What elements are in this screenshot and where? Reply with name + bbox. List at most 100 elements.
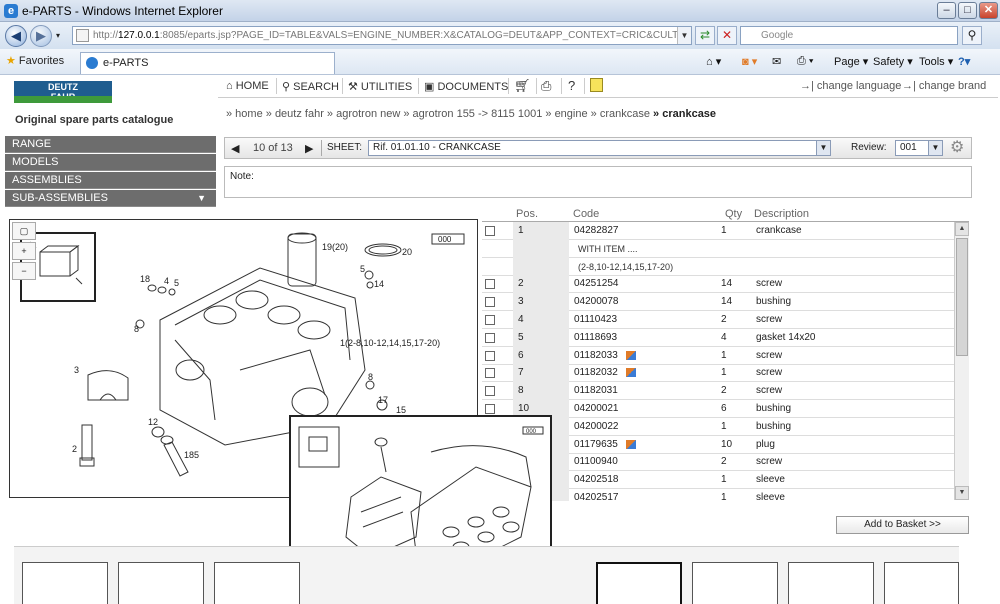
nav-home[interactable]: ⌂ HOME: [226, 80, 269, 92]
cell-code: 01118693: [574, 331, 618, 343]
table-scrollbar[interactable]: ▲ ▼: [954, 222, 969, 500]
scroll-up-icon[interactable]: ▲: [955, 222, 969, 236]
sheet-thumbnail[interactable]: [788, 562, 874, 604]
row-checkbox[interactable]: [485, 404, 495, 414]
search-input[interactable]: Google: [740, 26, 958, 45]
close-button[interactable]: ✕: [979, 2, 998, 19]
table-subrow[interactable]: (2-8,10-12,14,15,17-20): [482, 257, 954, 276]
sidebar-item-range[interactable]: RANGE: [5, 136, 216, 153]
table-row[interactable]: 17042025171sleeve: [482, 489, 954, 501]
breadcrumb-item[interactable]: » home: [226, 108, 263, 120]
sheet-thumbnail-selected[interactable]: [596, 562, 682, 604]
sheet-toolbar: ◀ 10 of 13 ▶ SHEET: Rif. 01.01.10 - CRAN…: [224, 137, 972, 159]
table-row[interactable]: 4 01110423 2 screw: [482, 311, 954, 329]
row-checkbox[interactable]: [485, 386, 495, 397]
sheet-thumbnail[interactable]: [214, 562, 300, 604]
sidebar-item-assemblies[interactable]: ASSEMBLIES: [5, 172, 216, 189]
notes-icon[interactable]: [590, 78, 603, 95]
search-icon[interactable]: ⚲: [962, 26, 982, 45]
table-row[interactable]: 5 01118693 4 gasket 14x20: [482, 328, 954, 347]
breadcrumb-item[interactable]: -> 8115 1001: [478, 108, 542, 120]
table-row[interactable]: 120117963510plug: [482, 435, 954, 454]
nav-search[interactable]: ⚲ SEARCH: [282, 80, 339, 93]
print-icon[interactable]: ⎙ ▾: [797, 55, 813, 68]
sheet-thumbnail[interactable]: [22, 562, 108, 604]
sidebar-item-models[interactable]: MODELS: [5, 154, 216, 171]
sheet-thumbnail[interactable]: [692, 562, 778, 604]
table-row[interactable]: 10 04200021 6 bushing: [482, 400, 954, 418]
table-row[interactable]: 6 01182033 1 screw: [482, 346, 954, 365]
read-mail-icon[interactable]: ✉: [772, 55, 781, 68]
scroll-thumb[interactable]: [956, 238, 968, 356]
favorites-button[interactable]: ★ Favorites: [6, 54, 64, 67]
breadcrumb-item[interactable]: » deutz fahr: [266, 108, 324, 120]
table-row[interactable]: 2 04251254 14 screw: [482, 275, 954, 294]
sheet-thumbnail[interactable]: [884, 562, 959, 604]
settings-gear-icon[interactable]: ⚙: [950, 139, 964, 157]
part-info-icon[interactable]: [626, 439, 636, 449]
change-brand-link[interactable]: →| change brand: [902, 80, 986, 92]
table-row[interactable]: 7 01182032 1 screw: [482, 364, 954, 383]
forward-icon[interactable]: ▶: [30, 25, 52, 47]
safety-menu[interactable]: Safety ▾: [873, 55, 913, 68]
row-checkbox[interactable]: [485, 350, 495, 361]
part-info-icon[interactable]: [626, 368, 636, 378]
minimize-button[interactable]: –: [937, 2, 956, 19]
change-language-link[interactable]: →| change language: [800, 80, 901, 92]
sheet-thumbnail[interactable]: [118, 562, 204, 604]
breadcrumb-item[interactable]: » crankcase: [591, 108, 650, 120]
nav-documents[interactable]: ▣ DOCUMENTS: [424, 80, 508, 93]
address-dropdown-icon[interactable]: ▼: [677, 27, 691, 44]
review-select[interactable]: 001 ▼: [895, 140, 943, 156]
table-row[interactable]: 8 01182031 2 screw: [482, 382, 954, 401]
breadcrumb-item[interactable]: » agrotron 155: [403, 108, 475, 120]
breadcrumb-item[interactable]: » engine: [545, 108, 587, 120]
add-to-basket-button[interactable]: Add to Basket >>: [836, 516, 969, 534]
cell-qty: 1: [721, 474, 727, 486]
row-checkbox[interactable]: [485, 279, 495, 290]
row-checkbox[interactable]: [485, 297, 495, 308]
browser-tab[interactable]: e-PARTS: [80, 52, 335, 74]
print-page-icon[interactable]: ⎙: [541, 78, 551, 94]
cart-icon[interactable]: 🛒︎: [514, 78, 531, 94]
nav-utilities[interactable]: ⚒ UTILITIES: [348, 80, 412, 93]
table-row[interactable]: 14011009402screw: [482, 453, 954, 472]
maximize-button[interactable]: □: [958, 2, 977, 19]
scroll-down-icon[interactable]: ▼: [955, 486, 969, 500]
history-dropdown-icon[interactable]: ▾: [56, 31, 60, 40]
home-icon[interactable]: ⌂ ▾: [706, 55, 721, 68]
table-subrow[interactable]: WITH ITEM ....: [482, 239, 954, 258]
sidebar-item-sub-assemblies[interactable]: SUB-ASSEMBLIES ▼: [5, 190, 216, 207]
row-checkbox[interactable]: [485, 226, 495, 236]
zoom-fit-icon[interactable]: ▢: [12, 222, 36, 240]
next-sheet-icon[interactable]: ▶: [305, 142, 313, 155]
callout-label: 18: [140, 274, 150, 284]
table-row[interactable]: 3 04200078 14 bushing: [482, 293, 954, 312]
row-checkbox[interactable]: [485, 332, 495, 343]
table-row[interactable]: 1 04282827 1 crankcase: [482, 222, 954, 240]
stop-icon[interactable]: ✕: [717, 26, 737, 45]
row-checkbox[interactable]: [485, 315, 495, 325]
callout-label: 15: [396, 405, 406, 415]
prev-sheet-icon[interactable]: ◀: [231, 142, 239, 155]
help-icon[interactable]: ?: [568, 78, 575, 93]
window-title-bar: e e-PARTS - Windows Internet Explorer – …: [0, 0, 1000, 22]
note-field[interactable]: Note:: [224, 166, 972, 198]
breadcrumb-item[interactable]: » agrotron new: [327, 108, 400, 120]
row-checkbox[interactable]: [485, 368, 495, 379]
feeds-icon[interactable]: ◙ ▾: [742, 55, 757, 68]
table-row[interactable]: 11042000221bushing: [482, 417, 954, 436]
cell-code: 01100940: [574, 456, 618, 468]
page-menu[interactable]: Page ▾: [834, 55, 868, 68]
help-menu[interactable]: ?▾: [958, 55, 970, 68]
zoom-in-icon[interactable]: +: [12, 242, 36, 260]
cell-desc: screw: [756, 314, 783, 325]
back-icon[interactable]: ◀: [5, 25, 27, 47]
tools-menu[interactable]: Tools ▾: [919, 55, 953, 68]
sheet-select[interactable]: Rif. 01.01.10 - CRANKCASE ▼: [368, 140, 831, 156]
address-bar[interactable]: http://127.0.0.1:8085/eparts.jsp?PAGE_ID…: [72, 26, 692, 45]
zoom-out-icon[interactable]: −: [12, 262, 36, 280]
part-info-icon[interactable]: [626, 350, 636, 360]
compatibility-icon[interactable]: ⇄: [695, 26, 715, 45]
table-row[interactable]: 15042025181sleeve: [482, 471, 954, 490]
